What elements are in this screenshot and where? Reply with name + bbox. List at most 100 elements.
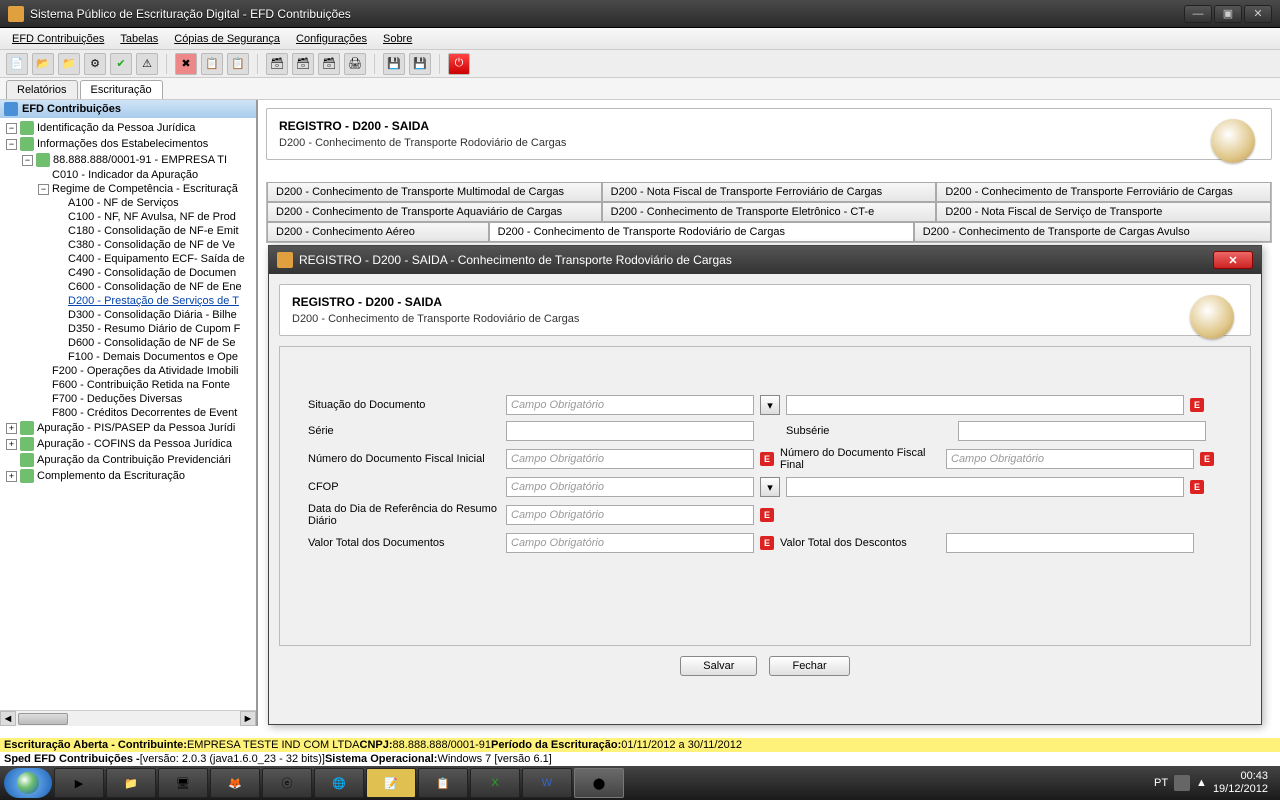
tool-warning-icon[interactable]: ⚠: [136, 53, 158, 75]
tree-node[interactable]: Apuração da Contribuição Previdenciári: [0, 452, 256, 468]
tool-close-icon[interactable]: ✖: [175, 53, 197, 75]
tree-node-selected[interactable]: D200 - Prestação de Serviços de T: [0, 294, 256, 308]
dropdown-icon[interactable]: ▾: [760, 395, 780, 415]
tree-node[interactable]: C180 - Consolidação de NF-e Emit: [0, 224, 256, 238]
tray-arrow-icon[interactable]: ▲: [1196, 777, 1207, 789]
tool-paste-icon[interactable]: 📋: [227, 53, 249, 75]
tree-node[interactable]: −88.888.888/0001-91 - EMPRESA TI: [0, 152, 256, 168]
tree-node[interactable]: F100 - Demais Documentos e Ope: [0, 350, 256, 364]
tree-hscroll[interactable]: ◄ ►: [0, 710, 256, 726]
doc-tab[interactable]: D200 - Conhecimento de Transporte Eletrô…: [602, 202, 937, 222]
tree-node[interactable]: F700 - Deduções Diversas: [0, 392, 256, 406]
dialog-close-button[interactable]: ✕: [1213, 251, 1253, 269]
window-title: Sistema Público de Escrituração Digital …: [30, 7, 1184, 21]
taskbar-item[interactable]: ▶: [54, 768, 104, 798]
taskbar-item[interactable]: 🖥: [158, 768, 208, 798]
tab-relatorios[interactable]: Relatórios: [6, 80, 78, 99]
tool-save-icon[interactable]: 💾: [383, 53, 405, 75]
taskbar-item[interactable]: 📋: [418, 768, 468, 798]
tree-node[interactable]: C400 - Equipamento ECF- Saída de: [0, 252, 256, 266]
taskbar-item[interactable]: 🌐: [314, 768, 364, 798]
doc-tab[interactable]: D200 - Conhecimento de Transporte Multim…: [267, 182, 602, 202]
doc-tab[interactable]: D200 - Conhecimento de Transporte de Car…: [914, 222, 1271, 242]
tree-node[interactable]: C100 - NF, NF Avulsa, NF de Prod: [0, 210, 256, 224]
doc-tab-active[interactable]: D200 - Conhecimento de Transporte Rodovi…: [489, 222, 914, 242]
tool-new-icon[interactable]: 📄: [6, 53, 28, 75]
save-button[interactable]: Salvar: [680, 656, 757, 676]
tree-node[interactable]: +Apuração - COFINS da Pessoa Jurídica: [0, 436, 256, 452]
doc-tab[interactable]: D200 - Nota Fiscal de Transporte Ferrovi…: [602, 182, 937, 202]
input-serie[interactable]: [506, 421, 754, 441]
tree-node[interactable]: +Complemento da Escrituração: [0, 468, 256, 484]
input-valor-total[interactable]: [506, 533, 754, 553]
scroll-thumb[interactable]: [18, 713, 68, 725]
close-window-button[interactable]: ✕: [1244, 5, 1272, 23]
tray-lang[interactable]: PT: [1154, 777, 1168, 789]
doc-icon: [36, 153, 50, 167]
tree-node[interactable]: F600 - Contribuição Retida na Fonte: [0, 378, 256, 392]
taskbar-item[interactable]: 📝: [366, 768, 416, 798]
tool-folder-icon[interactable]: 📁: [58, 53, 80, 75]
menu-efd[interactable]: EFD Contribuições: [6, 31, 110, 47]
tree-node[interactable]: C010 - Indicador da Apuração: [0, 168, 256, 182]
input-situacao[interactable]: [506, 395, 754, 415]
menu-tabelas[interactable]: Tabelas: [114, 31, 164, 47]
input-subserie[interactable]: [958, 421, 1206, 441]
tree-node[interactable]: C380 - Consolidação de NF de Ve: [0, 238, 256, 252]
tray-clock[interactable]: 00:43 19/12/2012: [1213, 770, 1268, 796]
input-cfop-desc[interactable]: [786, 477, 1184, 497]
menu-copias[interactable]: Cópias de Segurança: [168, 31, 286, 47]
input-num-fin[interactable]: [946, 449, 1194, 469]
tree-node[interactable]: D350 - Resumo Diário de Cupom F: [0, 322, 256, 336]
tool-db2-icon[interactable]: 🗃: [292, 53, 314, 75]
tree-node[interactable]: −Regime de Competência - Escrituraçã: [0, 182, 256, 196]
tree-node[interactable]: −Identificação da Pessoa Jurídica: [0, 120, 256, 136]
input-cfop[interactable]: [506, 477, 754, 497]
taskbar-item[interactable]: 📁: [106, 768, 156, 798]
input-num-ini[interactable]: [506, 449, 754, 469]
menu-config[interactable]: Configurações: [290, 31, 373, 47]
dropdown-icon[interactable]: ▾: [760, 477, 780, 497]
taskbar-item-active[interactable]: ⬤: [574, 768, 624, 798]
tray-flag-icon[interactable]: [1174, 775, 1190, 791]
doc-tab[interactable]: D200 - Conhecimento Aéreo: [267, 222, 489, 242]
doc-tab[interactable]: D200 - Nota Fiscal de Serviço de Transpo…: [936, 202, 1271, 222]
taskbar-item[interactable]: W: [522, 768, 572, 798]
tree-node[interactable]: C490 - Consolidação de Documen: [0, 266, 256, 280]
tool-open-icon[interactable]: 📂: [32, 53, 54, 75]
tool-db3-icon[interactable]: 🗃: [318, 53, 340, 75]
tree-node[interactable]: A100 - NF de Serviços: [0, 196, 256, 210]
taskbar-item[interactable]: X: [470, 768, 520, 798]
tree-root[interactable]: EFD Contribuições: [0, 100, 256, 118]
tree-node[interactable]: −Informações dos Estabelecimentos: [0, 136, 256, 152]
taskbar-item[interactable]: ⓔ: [262, 768, 312, 798]
tool-save2-icon[interactable]: 💾: [409, 53, 431, 75]
tree-node[interactable]: +Apuração - PIS/PASEP da Pessoa Jurídi: [0, 420, 256, 436]
scroll-right-icon[interactable]: ►: [240, 711, 256, 726]
tree-node[interactable]: F800 - Créditos Decorrentes de Event: [0, 406, 256, 420]
tool-print-icon[interactable]: 🖨: [344, 53, 366, 75]
input-data-ref[interactable]: [506, 505, 754, 525]
tool-gear-icon[interactable]: ⚙: [84, 53, 106, 75]
tool-db-icon[interactable]: 🗃: [266, 53, 288, 75]
maximize-button[interactable]: ▣: [1214, 5, 1242, 23]
tool-power-icon[interactable]: ⏻: [448, 53, 470, 75]
taskbar-item[interactable]: 🦊: [210, 768, 260, 798]
tool-check-icon[interactable]: ✔: [110, 53, 132, 75]
scroll-left-icon[interactable]: ◄: [0, 711, 16, 726]
tree-node[interactable]: D300 - Consolidação Diária - Bilhe: [0, 308, 256, 322]
close-button[interactable]: Fechar: [769, 656, 849, 676]
tab-escrituracao[interactable]: Escrituração: [80, 80, 163, 99]
tool-copy-icon[interactable]: 📋: [201, 53, 223, 75]
menu-sobre[interactable]: Sobre: [377, 31, 418, 47]
tree-node[interactable]: D600 - Consolidação de NF de Se: [0, 336, 256, 350]
doc-tab[interactable]: D200 - Conhecimento de Transporte Ferrov…: [936, 182, 1271, 202]
doc-tab[interactable]: D200 - Conhecimento de Transporte Aquavi…: [267, 202, 602, 222]
input-situacao-desc[interactable]: [786, 395, 1184, 415]
start-button[interactable]: [4, 768, 52, 798]
status-line-1: Escrituração Aberta - Contribuinte: EMPR…: [0, 738, 1280, 752]
tree-node[interactable]: F200 - Operações da Atividade Imobili: [0, 364, 256, 378]
input-valor-desc[interactable]: [946, 533, 1194, 553]
tree-node[interactable]: C600 - Consolidação de NF de Ene: [0, 280, 256, 294]
minimize-button[interactable]: —: [1184, 5, 1212, 23]
